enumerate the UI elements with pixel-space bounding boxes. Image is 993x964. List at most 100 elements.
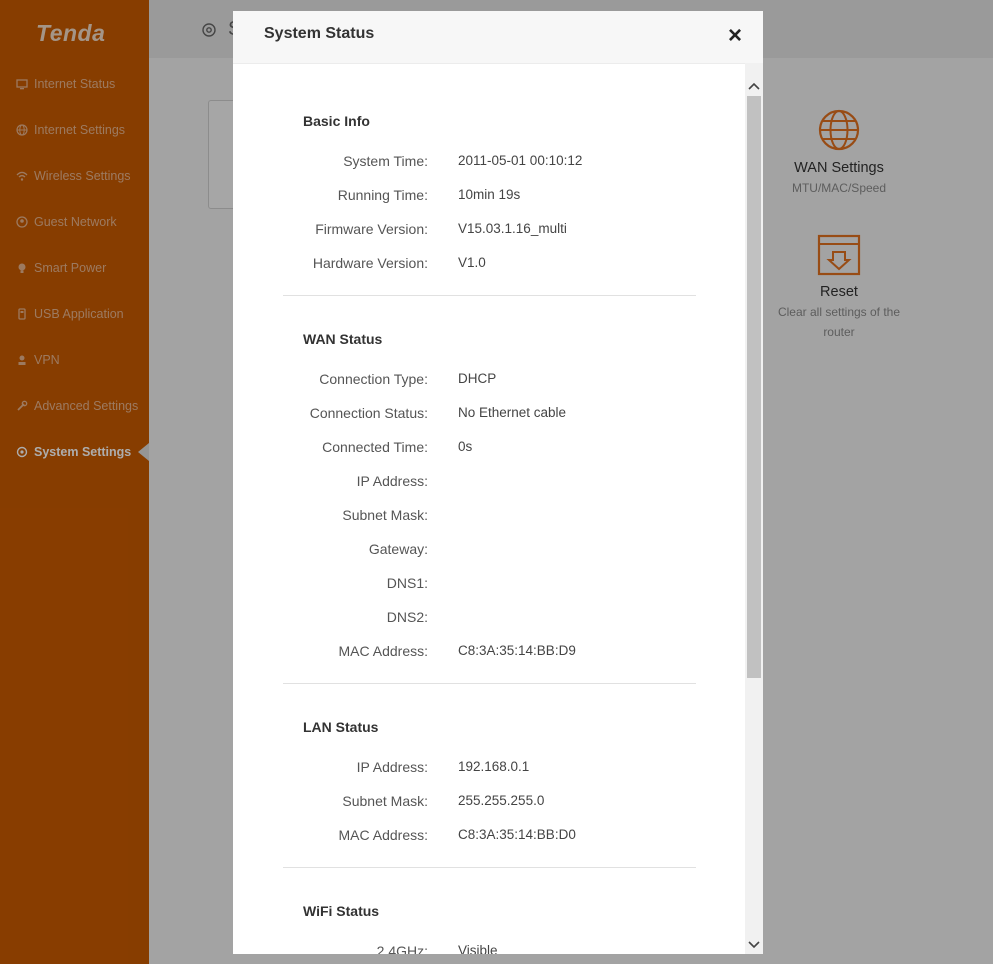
row-value: C8:3A:35:14:BB:D9 (458, 643, 576, 658)
row-label: DNS2: (386, 609, 428, 625)
tile-title: WAN Settings (794, 160, 884, 176)
section-divider (283, 867, 696, 868)
sidebar-item-internet-status[interactable]: Internet Status (16, 74, 115, 94)
row-value: C8:3A:35:14:BB:D0 (458, 827, 576, 842)
sidebar: Tenda Internet Status Internet Settings … (0, 0, 149, 964)
sidebar-item-label: Internet Settings (34, 123, 126, 137)
row-label: Connection Status: (309, 405, 428, 421)
globe-icon (759, 104, 919, 156)
row-value: Visible (458, 943, 498, 954)
sidebar-item-label: Internet Status (34, 77, 116, 91)
tile-reset[interactable]: Reset Clear all settings of the router (759, 233, 919, 342)
sidebar-item-advanced-settings[interactable]: Advanced Settings (16, 396, 138, 416)
sidebar-item-smart-power[interactable]: Smart Power (16, 258, 106, 278)
dialog-header: System Status × (233, 11, 763, 64)
row-value: DHCP (458, 371, 497, 386)
row-value: 2011-05-01 00:10:12 (458, 153, 583, 168)
section-divider (283, 295, 696, 296)
sidebar-item-label: System Settings (34, 445, 132, 459)
row-label: Subnet Mask: (342, 507, 428, 523)
section-title-lan-status: LAN Status (303, 719, 379, 735)
dialog-body: Basic Info System Time: 2011-05-01 00:10:… (233, 63, 745, 954)
row-label: System Time: (343, 153, 428, 169)
info-row: Connection Type: DHCP (233, 371, 745, 391)
sidebar-item-system-settings[interactable]: System Settings (16, 442, 131, 462)
section-title-basic-info: Basic Info (303, 113, 370, 129)
gear-icon (16, 446, 28, 458)
dialog-scrollbar[interactable] (745, 63, 763, 954)
close-icon[interactable]: × (723, 24, 747, 48)
row-label: Running Time: (337, 187, 428, 203)
sidebar-item-vpn[interactable]: VPN (16, 350, 60, 370)
tile-title: Reset (820, 284, 858, 300)
row-value: 255.255.255.0 (458, 793, 545, 808)
sidebar-item-label: VPN (34, 353, 60, 367)
section-title-wan-status: WAN Status (303, 331, 383, 347)
sidebar-item-label: Advanced Settings (34, 399, 139, 413)
row-label: IP Address: (356, 759, 428, 775)
guest-icon (16, 216, 28, 228)
info-row: Gateway: (233, 541, 745, 561)
chevron-down-icon[interactable] (745, 936, 763, 954)
tile-subtitle: Clear all settings of the router (777, 305, 901, 339)
info-row: Firmware Version: V15.03.1.16_multi (233, 221, 745, 241)
gear-icon (201, 22, 217, 43)
sidebar-item-usb-application[interactable]: USB Application (16, 304, 124, 324)
section-title-wifi-status: WiFi Status (303, 903, 380, 919)
info-row: MAC Address: C8:3A:35:14:BB:D0 (233, 827, 745, 847)
info-row: DNS2: (233, 609, 745, 629)
sidebar-item-internet-settings[interactable]: Internet Settings (16, 120, 125, 140)
globe-icon (16, 124, 28, 136)
row-label: Subnet Mask: (342, 793, 428, 809)
sidebar-item-label: USB Application (34, 307, 124, 321)
row-value: 192.168.0.1 (458, 759, 530, 774)
reset-box-icon (759, 233, 919, 277)
info-row: IP Address: 192.168.0.1 (233, 759, 745, 779)
scrollbar-thumb[interactable] (747, 96, 761, 678)
row-label: MAC Address: (338, 643, 428, 659)
info-row: 2.4GHz: Visible (233, 943, 745, 954)
tile-wan-settings[interactable]: WAN Settings MTU/MAC/Speed (759, 104, 919, 198)
usb-icon (16, 308, 28, 320)
row-label: Connection Type: (319, 371, 428, 387)
info-row: Hardware Version: V1.0 (233, 255, 745, 275)
row-value: 10min 19s (458, 187, 521, 202)
tile-subtitle: MTU/MAC/Speed (791, 181, 887, 195)
info-row: MAC Address: C8:3A:35:14:BB:D9 (233, 643, 745, 663)
info-row: System Time: 2011-05-01 00:10:12 (233, 153, 745, 173)
row-label: Firmware Version: (315, 221, 428, 237)
section-divider (283, 683, 696, 684)
info-row: DNS1: (233, 575, 745, 595)
sidebar-item-wireless-settings[interactable]: Wireless Settings (16, 166, 131, 186)
monitor-icon (16, 78, 28, 90)
tenda-logo: Tenda (36, 20, 106, 46)
info-row: Subnet Mask: (233, 507, 745, 527)
info-row: Running Time: 10min 19s (233, 187, 745, 207)
row-label: Hardware Version: (312, 255, 428, 271)
row-value: V1.0 (458, 255, 486, 270)
row-label: 2.4GHz: (376, 943, 428, 954)
row-label: Connected Time: (322, 439, 428, 455)
row-value: 0s (458, 439, 473, 454)
sidebar-item-label: Wireless Settings (34, 169, 131, 183)
dialog-title: System Status (264, 25, 375, 42)
wifi-icon (16, 170, 28, 182)
active-indicator (138, 443, 149, 461)
info-row: Subnet Mask: 255.255.255.0 (233, 793, 745, 813)
info-row: Connection Status: No Ethernet cable (233, 405, 745, 425)
row-label: DNS1: (386, 575, 428, 591)
row-label: MAC Address: (338, 827, 428, 843)
row-value: V15.03.1.16_multi (458, 221, 567, 236)
chevron-up-icon[interactable] (745, 77, 763, 95)
lightbulb-icon (16, 262, 28, 274)
vpn-icon (16, 354, 28, 366)
sidebar-item-label: Smart Power (34, 261, 107, 275)
sidebar-item-guest-network[interactable]: Guest Network (16, 212, 117, 232)
system-status-dialog: System Status × Basic Info System Time: 2… (233, 11, 763, 954)
sidebar-item-label: Guest Network (34, 215, 117, 229)
wrench-icon (16, 400, 28, 412)
row-label: Gateway: (368, 541, 428, 557)
row-label: IP Address: (356, 473, 428, 489)
info-row: IP Address: (233, 473, 745, 493)
info-row: Connected Time: 0s (233, 439, 745, 459)
